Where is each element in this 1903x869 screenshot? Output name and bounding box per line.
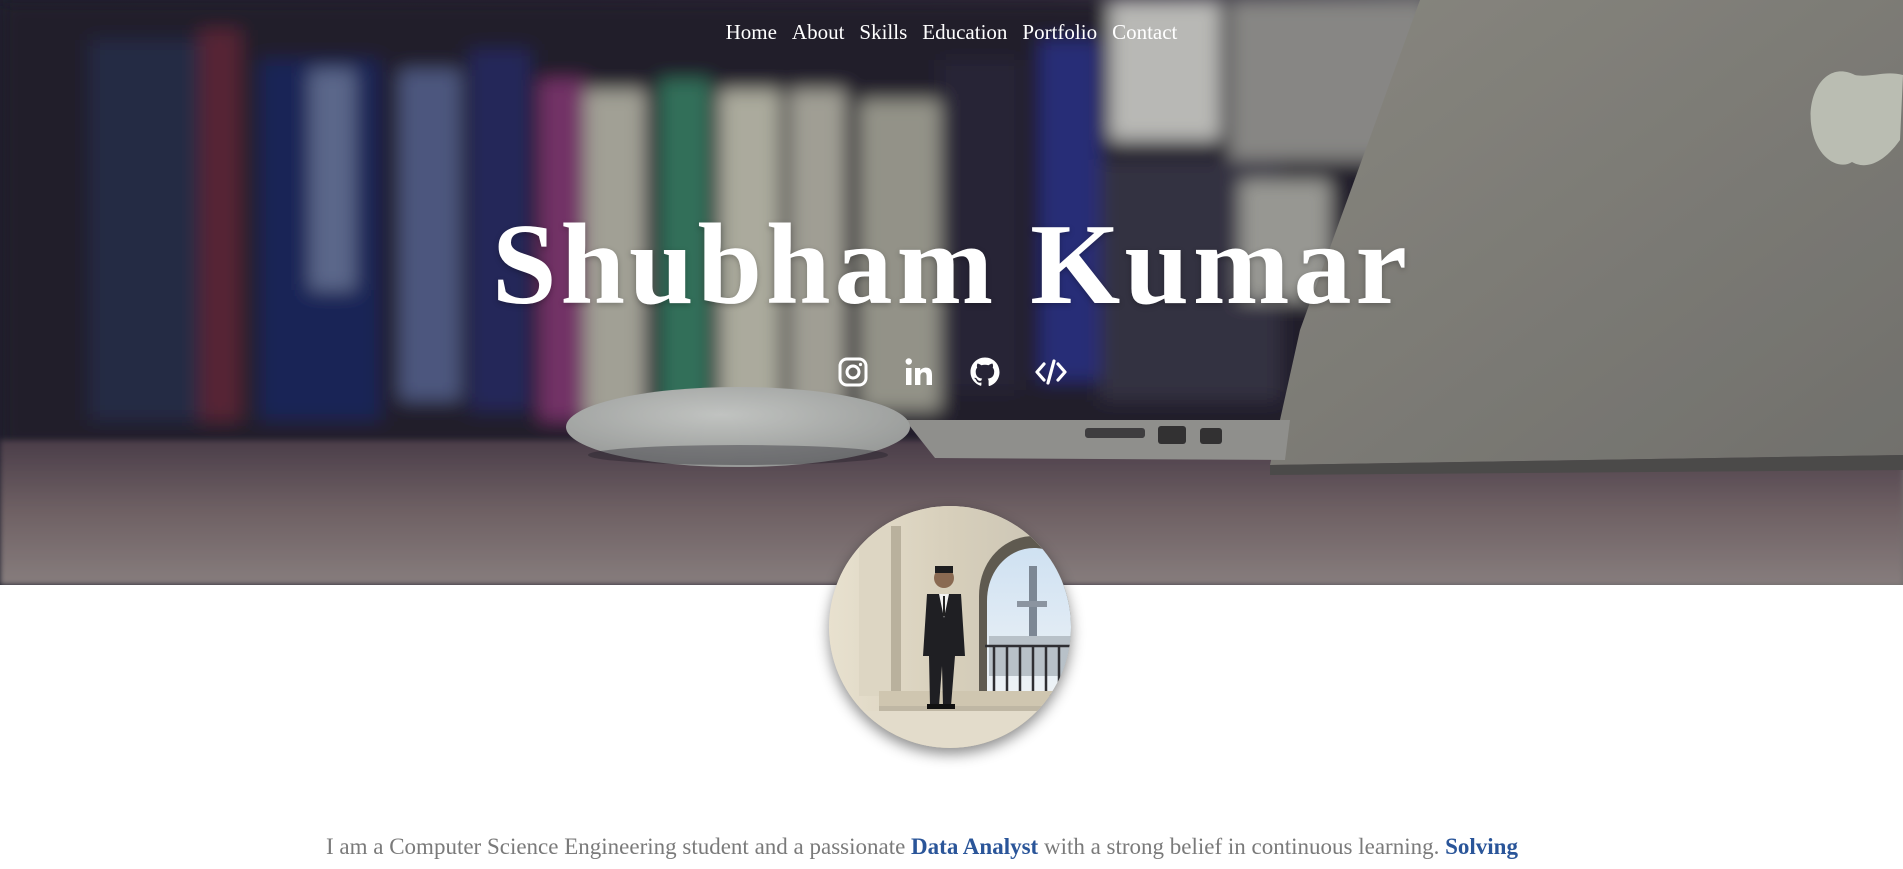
nav-education[interactable]: Education: [915, 17, 1015, 47]
code-link[interactable]: [1034, 355, 1068, 389]
top-nav: Home About Skills Education Portfolio Co…: [0, 17, 1903, 47]
nav-contact[interactable]: Contact: [1105, 17, 1185, 47]
page: Home About Skills Education Portfolio Co…: [0, 0, 1903, 869]
nav-home[interactable]: Home: [718, 17, 784, 47]
github-link[interactable]: [968, 355, 1002, 389]
profile-photo: [829, 506, 1071, 748]
hero-section: Home About Skills Education Portfolio Co…: [0, 0, 1903, 585]
linkedin-link[interactable]: [902, 355, 936, 389]
nav-portfolio[interactable]: Portfolio: [1015, 17, 1105, 47]
social-links: [0, 355, 1903, 389]
instagram-link[interactable]: [836, 355, 870, 389]
about-intro: I am a Computer Science Engineering stud…: [326, 832, 1586, 862]
code-icon: [1034, 359, 1067, 385]
instagram-icon: [838, 357, 867, 387]
about-highlight-solving: Solving: [1445, 834, 1518, 859]
about-text-2: with a strong belief in continuous learn…: [1038, 834, 1446, 859]
linkedin-icon: [905, 358, 932, 385]
profile-avatar: [829, 506, 1071, 748]
nav-skills[interactable]: Skills: [852, 17, 915, 47]
github-icon: [970, 357, 999, 387]
about-highlight-data-analyst: Data Analyst: [911, 834, 1039, 859]
about-text-1: I am a Computer Science Engineering stud…: [326, 834, 912, 859]
nav-about[interactable]: About: [784, 17, 852, 47]
hero-name: Shubham Kumar: [491, 201, 1412, 329]
